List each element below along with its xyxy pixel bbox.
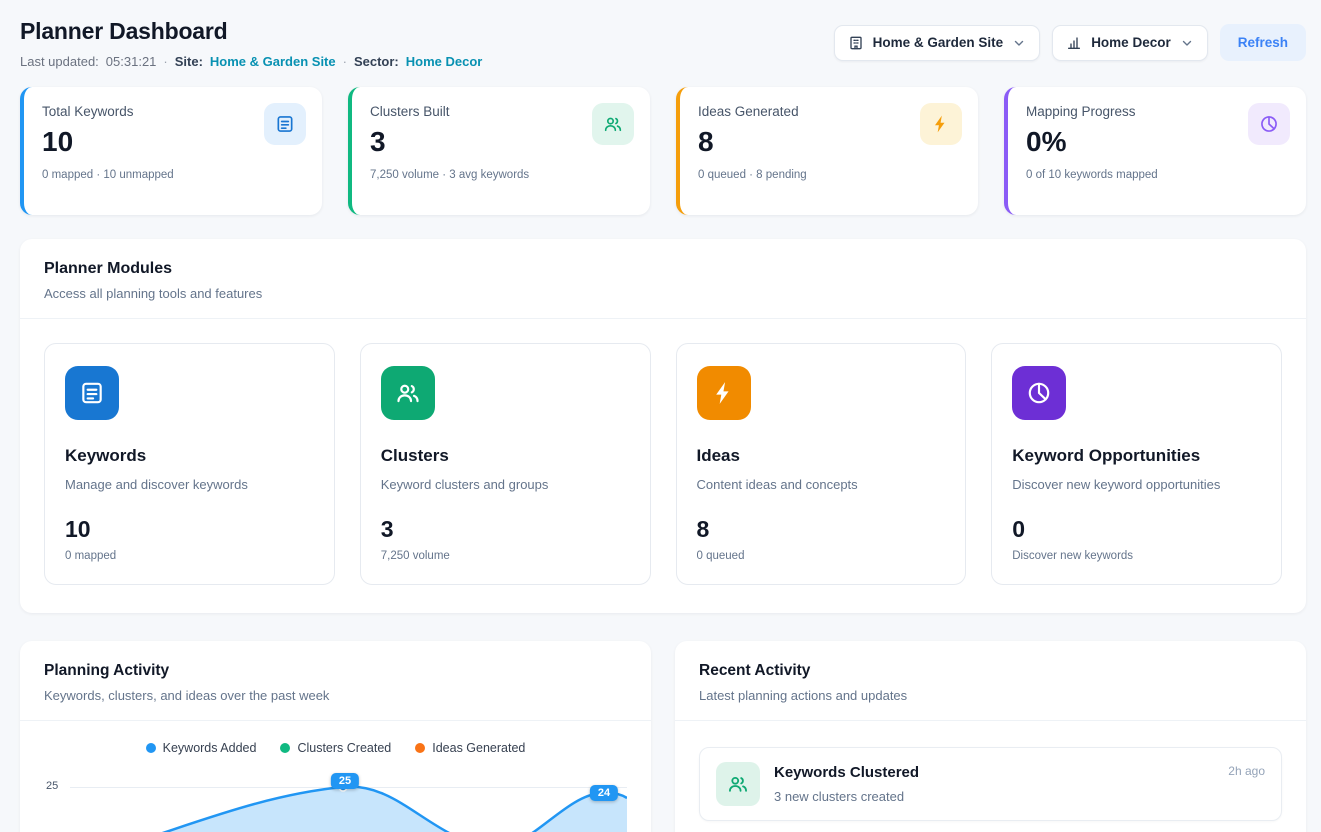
legend-item-clusters-created[interactable]: Clusters Created — [280, 741, 391, 755]
legend-label: Ideas Generated — [432, 741, 525, 755]
section-title: Planning Activity — [44, 662, 627, 680]
recent-activity-card: Recent Activity Latest planning actions … — [675, 641, 1306, 832]
y-axis-tick: 25 — [46, 780, 58, 792]
planning-activity-card: Planning Activity Keywords, clusters, an… — [20, 641, 651, 832]
legend-dot-blue — [146, 743, 156, 753]
activity-list-item[interactable]: Keywords Clustered 3 new clusters create… — [699, 747, 1282, 821]
module-subtext: 0 queued — [697, 550, 946, 562]
legend-dot-green — [280, 743, 290, 753]
stat-subtext: 7,250 volume · 3 avg keywords — [370, 169, 632, 181]
last-updated-time: 05:31:21 — [106, 54, 157, 69]
users-icon — [716, 762, 760, 806]
section-subtitle: Keywords, clusters, and ideas over the p… — [44, 688, 627, 703]
site-selector-label: Home & Garden Site — [873, 35, 1004, 50]
data-point-label: 25 — [331, 773, 359, 789]
site-link[interactable]: Home & Garden Site — [210, 54, 336, 69]
module-card-keyword-opportunities[interactable]: Keyword Opportunities Discover new keywo… — [991, 343, 1282, 585]
bottom-row: Planning Activity Keywords, clusters, an… — [20, 641, 1306, 832]
stat-cards-row: Total Keywords 10 0 mapped · 10 unmapped… — [20, 87, 1306, 215]
page-title: Planner Dashboard — [20, 18, 482, 45]
chart-legend: Keywords Added Clusters Created Ideas Ge… — [20, 741, 651, 755]
bolt-icon — [920, 103, 962, 145]
module-title: Clusters — [381, 446, 630, 466]
legend-item-ideas-generated[interactable]: Ideas Generated — [415, 741, 525, 755]
activity-item-description: 3 new clusters created — [774, 789, 919, 804]
sector-selector-label: Home Decor — [1091, 35, 1171, 50]
meta-separator: · — [163, 54, 167, 69]
module-title: Keyword Opportunities — [1012, 446, 1261, 466]
sector-link[interactable]: Home Decor — [406, 54, 483, 69]
chevron-down-icon — [1012, 36, 1026, 50]
page-header: Planner Dashboard Last updated: 05:31:21… — [20, 18, 1306, 69]
stat-card-mapping-progress: Mapping Progress 0% 0 of 10 keywords map… — [1004, 87, 1306, 215]
stat-card-total-keywords: Total Keywords 10 0 mapped · 10 unmapped — [20, 87, 322, 215]
pie-chart-icon — [1248, 103, 1290, 145]
module-card-clusters[interactable]: Clusters Keyword clusters and groups 3 7… — [360, 343, 651, 585]
header-meta-row: Last updated: 05:31:21 · Site: Home & Ga… — [20, 54, 482, 69]
module-value: 3 — [381, 516, 630, 543]
module-title: Ideas — [697, 446, 946, 466]
section-subtitle: Access all planning tools and features — [44, 286, 1282, 301]
section-title: Recent Activity — [699, 662, 1282, 680]
document-icon — [264, 103, 306, 145]
legend-item-keywords-added[interactable]: Keywords Added — [146, 741, 257, 755]
sector-selector-dropdown[interactable]: Home Decor — [1052, 25, 1208, 61]
module-value: 8 — [697, 516, 946, 543]
pie-chart-icon — [1012, 366, 1066, 420]
module-subtext: Discover new keywords — [1012, 550, 1261, 562]
bolt-icon — [697, 366, 751, 420]
last-updated-label: Last updated: — [20, 54, 99, 69]
module-description: Content ideas and concepts — [697, 477, 946, 492]
sector-label: Sector: — [354, 54, 399, 69]
legend-dot-orange — [415, 743, 425, 753]
planner-dashboard-page: Planner Dashboard Last updated: 05:31:21… — [0, 0, 1321, 832]
refresh-button[interactable]: Refresh — [1220, 24, 1306, 61]
document-icon — [65, 366, 119, 420]
planning-activity-header: Planning Activity Keywords, clusters, an… — [20, 641, 651, 721]
module-title: Keywords — [65, 446, 314, 466]
module-value: 0 — [1012, 516, 1261, 543]
stat-subtext: 0 of 10 keywords mapped — [1026, 169, 1288, 181]
recent-activity-header: Recent Activity Latest planning actions … — [675, 641, 1306, 721]
planner-modules-panel: Planner Modules Access all planning tool… — [20, 239, 1306, 613]
legend-label: Keywords Added — [163, 741, 257, 755]
site-label: Site: — [175, 54, 203, 69]
stat-card-ideas-generated: Ideas Generated 8 0 queued · 8 pending — [676, 87, 978, 215]
building-icon — [848, 35, 864, 51]
module-description: Keyword clusters and groups — [381, 477, 630, 492]
chevron-down-icon — [1180, 36, 1194, 50]
module-subtext: 0 mapped — [65, 550, 314, 562]
users-icon — [592, 103, 634, 145]
legend-label: Clusters Created — [297, 741, 391, 755]
planning-activity-chart: 25 25 24 — [44, 767, 627, 832]
activity-item-text: Keywords Clustered 3 new clusters create… — [774, 762, 919, 804]
users-icon — [381, 366, 435, 420]
module-card-keywords[interactable]: Keywords Manage and discover keywords 10… — [44, 343, 335, 585]
meta-separator: · — [343, 54, 347, 69]
bar-chart-icon — [1066, 35, 1082, 51]
module-card-ideas[interactable]: Ideas Content ideas and concepts 8 0 que… — [676, 343, 967, 585]
header-controls: Home & Garden Site Home Decor Refresh — [834, 24, 1306, 61]
stat-subtext: 0 queued · 8 pending — [698, 169, 960, 181]
planner-modules-header: Planner Modules Access all planning tool… — [20, 239, 1306, 319]
modules-grid: Keywords Manage and discover keywords 10… — [20, 319, 1306, 613]
activity-item-timestamp: 2h ago — [1228, 764, 1265, 778]
stat-subtext: 0 mapped · 10 unmapped — [42, 169, 304, 181]
data-point-label: 24 — [590, 785, 618, 801]
module-description: Discover new keyword opportunities — [1012, 477, 1261, 492]
section-title: Planner Modules — [44, 260, 1282, 278]
site-selector-dropdown[interactable]: Home & Garden Site — [834, 25, 1041, 61]
header-left: Planner Dashboard Last updated: 05:31:21… — [20, 18, 482, 69]
stat-card-clusters-built: Clusters Built 3 7,250 volume · 3 avg ke… — [348, 87, 650, 215]
module-value: 10 — [65, 516, 314, 543]
section-subtitle: Latest planning actions and updates — [699, 688, 1282, 703]
module-subtext: 7,250 volume — [381, 550, 630, 562]
activity-item-title: Keywords Clustered — [774, 764, 919, 781]
module-description: Manage and discover keywords — [65, 477, 314, 492]
